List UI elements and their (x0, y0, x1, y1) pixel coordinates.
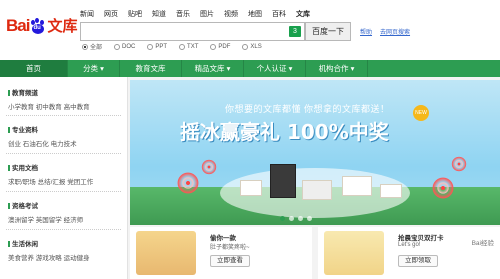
nav-video[interactable]: 视频 (224, 9, 238, 19)
radio-icon (210, 43, 217, 50)
category-title: 专业资料 (8, 124, 77, 134)
nav-personal-cert[interactable]: 个人认证 ▾ (244, 60, 306, 77)
divider (6, 115, 121, 116)
category-education[interactable]: 教育频道小学教育 初中教育 高中教育 (8, 87, 90, 111)
category-links[interactable]: 澳洲留学 英国留学 经济师 (8, 214, 83, 224)
nav-map[interactable]: 地图 (248, 9, 262, 19)
tv-prize-icon (270, 164, 296, 198)
logo-wenku: 文库 (47, 17, 78, 35)
help-link[interactable]: 帮助 (360, 27, 372, 36)
web-search-link[interactable]: 去网页搜索 (380, 27, 410, 36)
filter-label: PDF (218, 43, 231, 50)
firework-icon (430, 175, 456, 201)
prize-box-icon (380, 184, 402, 198)
main-nav-bar: 首页 分类 ▾ 教育文库 精品文库 ▾ 个人认证 ▾ 机构合作 ▾ (0, 60, 500, 77)
radio-icon (114, 43, 121, 50)
search-input[interactable]: 3 (80, 22, 305, 41)
carousel-dot[interactable] (280, 216, 285, 221)
nav-news[interactable]: 新闻 (80, 9, 94, 19)
category-links[interactable]: 小学教育 初中教育 高中教育 (8, 101, 90, 111)
category-links[interactable]: 求职/职场 总结/汇报 党团工作 (8, 176, 93, 186)
carousel-dots (280, 216, 312, 221)
new-badge: NEW (413, 105, 429, 121)
firework-icon (200, 158, 218, 176)
category-title: 生活休闲 (8, 238, 90, 248)
logo-du: du (33, 24, 41, 31)
filter-label: TXT (187, 43, 199, 50)
view-now-button[interactable]: 立即查看 (210, 255, 250, 267)
radio-icon (179, 43, 186, 50)
banner-headline: 摇冰赢豪礼 100%中奖 (180, 120, 389, 144)
divider (6, 153, 121, 154)
carousel-dot[interactable] (289, 216, 294, 221)
filter-xls[interactable]: XLS (242, 43, 262, 50)
category-sidebar: 教育频道小学教育 初中教育 高中教育 专业资料创业 石油石化 电力技术 实用文档… (0, 77, 128, 279)
baidu-wenku-logo[interactable]: Bai du 文库 (6, 15, 77, 36)
nav-music[interactable]: 音乐 (176, 9, 190, 19)
divider (6, 229, 121, 230)
prize-box-icon (240, 180, 262, 196)
category-practical-docs[interactable]: 实用文档求职/职场 总结/汇报 党团工作 (8, 162, 93, 186)
search-count-badge: 3 (289, 26, 301, 37)
card-subtitle: Let's go! (398, 242, 421, 248)
nav-baike[interactable]: 百科 (272, 9, 286, 19)
carousel-dot[interactable] (298, 216, 303, 221)
search-links: 帮助 去网页搜索 (360, 27, 410, 36)
category-exams[interactable]: 资格考试澳洲留学 英国留学 经济师 (8, 200, 83, 224)
nav-wenku[interactable]: 文库 (296, 9, 310, 19)
filter-doc[interactable]: DOC (114, 43, 136, 50)
promo-card-1[interactable]: 偷你一款 肚子都笑疼啦~ 立即查看 (130, 227, 312, 279)
claim-now-button[interactable]: 立即领取 (398, 255, 438, 267)
prize-box-icon (342, 176, 372, 196)
file-type-filters: 全部 DOC PPT TXT PDF XLS (82, 42, 262, 51)
card-title: 抢晨宝贝双打卡 (398, 235, 444, 242)
category-title: 资格考试 (8, 200, 83, 210)
camera-prize-icon (302, 180, 332, 200)
nav-categories[interactable]: 分类 ▾ (68, 60, 120, 77)
promo-card-2[interactable]: 抢晨宝贝双打卡 Let's go! 立即领取 (318, 227, 500, 279)
filter-txt[interactable]: TXT (179, 43, 199, 50)
radio-selected-icon (82, 43, 88, 50)
nav-tieba[interactable]: 贴吧 (128, 9, 142, 19)
nav-images[interactable]: 图片 (200, 9, 214, 19)
logo-bai: Bai (6, 15, 30, 35)
category-leisure[interactable]: 生活休闲美食营养 游戏攻略 运动健身 (8, 238, 90, 262)
search-button[interactable]: 百度一下 (305, 22, 351, 41)
filter-all[interactable]: 全部 (82, 42, 102, 51)
filter-ppt[interactable]: PPT (147, 43, 168, 50)
divider (6, 191, 121, 192)
category-links[interactable]: 创业 石油石化 电力技术 (8, 138, 77, 148)
nav-home[interactable]: 首页 (0, 60, 68, 77)
card-subtitle: 肚子都笑疼啦~ (210, 245, 250, 251)
filter-label: XLS (250, 43, 262, 50)
top-header: Bai du 文库 新闻 网页 贴吧 知道 音乐 图片 视频 地图 百科 文库 … (0, 0, 500, 60)
filter-label: PPT (155, 43, 168, 50)
nav-org-partner[interactable]: 机构合作 ▾ (306, 60, 368, 77)
category-links[interactable]: 美食营养 游戏攻略 运动健身 (8, 252, 90, 262)
nav-education[interactable]: 教育文库 (120, 60, 182, 77)
filter-label: DOC (122, 43, 136, 50)
firework-icon (175, 170, 201, 196)
nav-web[interactable]: 网页 (104, 9, 118, 19)
nav-premium[interactable]: 精品文库 ▾ (182, 60, 244, 77)
promo-banner[interactable]: 你想要的文库都懂 你想拿的文库都送！ 摇冰赢豪礼 100%中奖 NEW (130, 80, 500, 225)
monkey-illustration-icon (136, 231, 196, 275)
firework-icon (450, 155, 468, 173)
filter-pdf[interactable]: PDF (210, 43, 231, 50)
radio-icon (242, 43, 249, 50)
category-professional[interactable]: 专业资料创业 石油石化 电力技术 (8, 124, 77, 148)
category-title: 实用文档 (8, 162, 93, 172)
filter-label: 全部 (90, 45, 103, 51)
radio-icon (147, 43, 154, 50)
top-nav: 新闻 网页 贴吧 知道 音乐 图片 视频 地图 百科 文库 (80, 9, 310, 19)
banner-tagline: 你想要的文库都懂 你想拿的文库都送！ (225, 104, 390, 114)
card-title: 偷你一款 (210, 235, 236, 242)
nav-zhidao[interactable]: 知道 (152, 9, 166, 19)
watermark: Bai经验 (471, 237, 494, 247)
gift-illustration-icon (324, 231, 384, 275)
category-title: 教育频道 (8, 87, 90, 97)
paw-icon: du (30, 17, 45, 34)
carousel-dot[interactable] (307, 216, 312, 221)
